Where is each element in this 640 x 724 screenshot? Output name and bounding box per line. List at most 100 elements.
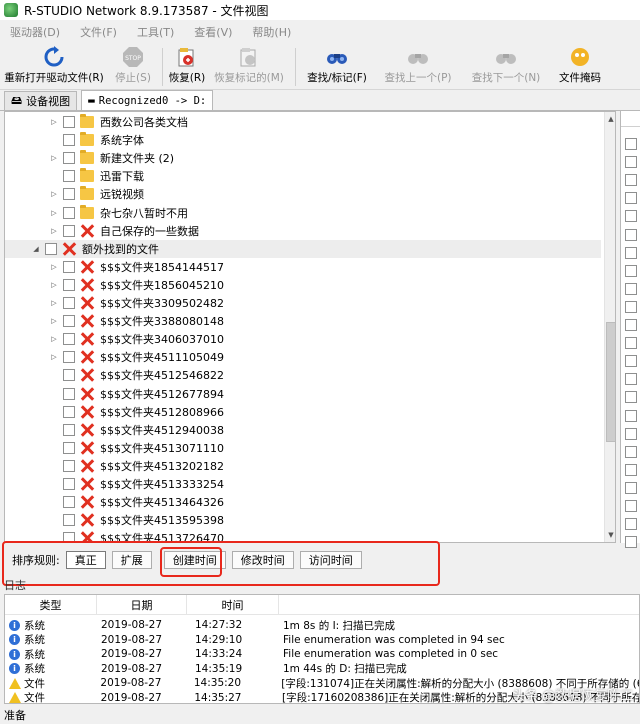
tree-item[interactable]: $$$文件夹4512677894 — [5, 385, 601, 403]
menu-drive[interactable]: 驱动器(D) — [0, 24, 70, 40]
file-list-pane[interactable] — [620, 111, 640, 549]
find-previous-button[interactable]: 查找上一个(P) — [374, 44, 462, 90]
tree-item-checkbox[interactable] — [63, 351, 75, 364]
log-col-date[interactable]: 日期 — [97, 595, 187, 615]
menu-help[interactable]: 帮助(H) — [242, 24, 301, 40]
tree-item[interactable]: $$$文件夹4513202182 — [5, 457, 601, 475]
file-list-checkbox[interactable] — [625, 373, 637, 386]
tree-item-checkbox[interactable] — [63, 496, 75, 509]
file-list-checkbox[interactable] — [625, 518, 637, 531]
log-row[interactable]: i 系统 2019-08-27 14:29:10 File enumeration wa… — [5, 633, 639, 647]
tree-item[interactable]: $$$文件夹4513595398 — [5, 511, 601, 529]
file-list-checkbox[interactable] — [625, 536, 637, 549]
file-list-checkbox[interactable] — [625, 355, 637, 368]
log-row[interactable]: i 系统 2019-08-27 14:27:32 1m 8s 的 I: 扫描已完成 — [5, 618, 639, 632]
file-list-checkbox[interactable] — [625, 445, 637, 458]
menu-view[interactable]: 查看(V) — [184, 24, 242, 40]
tree-item-checkbox[interactable] — [63, 224, 75, 237]
file-list-checkbox[interactable] — [625, 210, 637, 223]
expand-arrow-icon[interactable]: ▷ — [49, 317, 59, 325]
log-row[interactable]: i 系统 2019-08-27 14:35:19 1m 44s 的 D: 扫描已完成 — [5, 662, 639, 676]
tree-item-checkbox[interactable] — [63, 478, 75, 490]
tree-item-checkbox[interactable] — [63, 459, 75, 472]
expand-arrow-icon[interactable]: ▷ — [49, 353, 59, 361]
file-list-checkbox[interactable] — [625, 228, 637, 241]
tree-item[interactable]: $$$文件夹4513071110 — [5, 439, 601, 457]
menu-file[interactable]: 文件(F) — [70, 24, 127, 40]
expand-arrow-icon[interactable]: ▷ — [49, 209, 59, 217]
tree-item-checkbox[interactable] — [63, 206, 75, 219]
recover-button[interactable]: 恢复(R) — [167, 44, 207, 90]
tree-item-checkbox[interactable] — [63, 116, 75, 128]
file-list-checkbox[interactable] — [625, 500, 637, 512]
expand-arrow-icon[interactable]: ▷ — [49, 227, 59, 235]
file-list-checkbox[interactable] — [625, 246, 637, 259]
log-col-type[interactable]: 类型 — [5, 595, 97, 615]
tree-item-checkbox[interactable] — [63, 423, 75, 436]
tree-item[interactable]: $$$文件夹4513333254 — [5, 475, 601, 493]
tree-item[interactable]: ▷ 西数公司各类文档 — [5, 113, 601, 131]
tree-item-checkbox[interactable] — [63, 152, 75, 165]
file-list-checkbox[interactable] — [625, 463, 637, 476]
tree-item-checkbox[interactable] — [63, 387, 75, 400]
log-row[interactable]: i 系统 2019-08-27 14:33:24 File enumeration wa… — [5, 647, 639, 661]
file-list-checkbox[interactable] — [625, 481, 637, 494]
tree-item-checkbox[interactable] — [63, 333, 75, 346]
expand-arrow-icon[interactable]: ▷ — [49, 263, 59, 271]
tab-device-view[interactable]: 🖴 设备视图 — [4, 91, 78, 110]
tree-item[interactable]: $$$文件夹4512940038 — [5, 421, 601, 439]
file-list-checkbox[interactable] — [625, 174, 637, 187]
recover-marked-button[interactable]: 恢复标记的(M) — [207, 44, 291, 90]
tab-recognized-drive[interactable]: ▬ Recognized0 -> D: — [81, 90, 214, 110]
log-col-time[interactable]: 时间 — [187, 595, 279, 615]
tree-item-checkbox[interactable] — [45, 242, 57, 255]
file-list-checkbox[interactable] — [625, 138, 637, 150]
scroll-up-icon[interactable]: ▲ — [605, 112, 615, 126]
tree-item-checkbox[interactable] — [63, 315, 75, 328]
scroll-down-icon[interactable]: ▼ — [605, 528, 615, 542]
scroll-thumb[interactable] — [606, 322, 615, 442]
reopen-drive-files-button[interactable]: 重新打开驱动文件(R) — [0, 44, 108, 90]
file-list-checkbox[interactable] — [625, 300, 637, 313]
file-list-checkbox[interactable] — [625, 264, 637, 277]
tree-item[interactable]: ▷ $$$文件夹1854144517 — [5, 258, 601, 276]
collapse-arrow-icon[interactable]: ◢ — [31, 245, 41, 253]
tree-item-checkbox[interactable] — [63, 260, 75, 273]
file-list-checkbox[interactable] — [625, 409, 637, 422]
tree-item[interactable]: ▷ $$$文件夹4511105049 — [5, 348, 601, 366]
file-list-checkbox[interactable] — [625, 391, 637, 404]
tree-item-checkbox[interactable] — [63, 170, 75, 183]
tree-item[interactable]: ▷ 自己保存的一些数据 — [5, 222, 601, 240]
expand-arrow-icon[interactable]: ▷ — [49, 154, 59, 162]
tree-item-checkbox[interactable] — [63, 369, 75, 382]
file-list-checkbox[interactable] — [625, 192, 637, 205]
file-list-checkbox[interactable] — [625, 319, 637, 331]
tree-item[interactable]: ▷ $$$文件夹3406037010 — [5, 330, 601, 348]
tree-item-checkbox[interactable] — [63, 134, 75, 147]
file-list-checkbox[interactable] — [625, 427, 637, 440]
tree-item-checkbox[interactable] — [63, 297, 75, 309]
expand-arrow-icon[interactable]: ▷ — [49, 335, 59, 343]
tree-item-checkbox[interactable] — [63, 514, 75, 527]
find-mark-button[interactable]: 查找/标记(F) — [300, 44, 374, 90]
tree-item[interactable]: 迅雷下载 — [5, 167, 601, 185]
file-list-checkbox[interactable] — [625, 337, 637, 350]
tree-item[interactable]: ◢ 额外找到的文件 — [5, 239, 601, 258]
tree-item[interactable]: ▷ 杂七杂八暂时不用 — [5, 204, 601, 222]
tree-item[interactable]: ▷ $$$文件夹1856045210 — [5, 276, 601, 294]
tree-item-checkbox[interactable] — [63, 441, 75, 454]
tree-item[interactable]: $$$文件夹4513464326 — [5, 493, 601, 511]
expand-arrow-icon[interactable]: ▷ — [49, 190, 59, 198]
file-list-checkbox[interactable] — [625, 156, 637, 169]
tree-item[interactable]: $$$文件夹4512546822 — [5, 366, 601, 384]
expand-arrow-icon[interactable]: ▷ — [49, 299, 59, 307]
expand-arrow-icon[interactable]: ▷ — [49, 118, 59, 126]
log-col-message[interactable] — [279, 595, 639, 615]
tree-item-checkbox[interactable] — [63, 405, 75, 418]
tree-item-checkbox[interactable] — [63, 278, 75, 291]
file-list-checkbox[interactable] — [625, 282, 637, 295]
file-mask-button[interactable]: 文件掩码 — [550, 44, 610, 90]
tree-scrollbar[interactable]: ▲ ▼ — [604, 112, 615, 542]
tree-item[interactable]: ▷ 远锐视频 — [5, 185, 601, 203]
tree-item[interactable]: ▷ $$$文件夹3388080148 — [5, 312, 601, 330]
